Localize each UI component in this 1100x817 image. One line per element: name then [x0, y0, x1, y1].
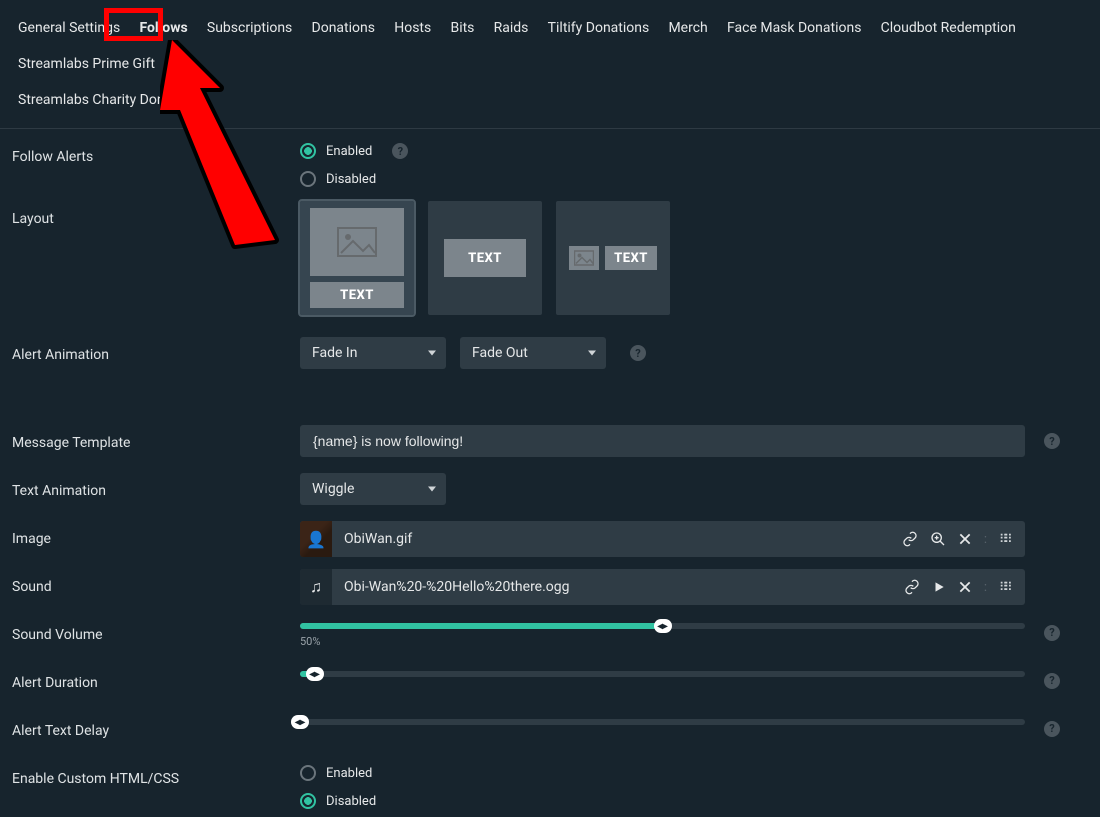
close-icon[interactable] — [958, 532, 972, 546]
drag-handle-icon[interactable] — [999, 580, 1013, 595]
text-animation-label: Text Animation — [0, 473, 300, 509]
radio-enabled-label: Enabled — [326, 144, 372, 159]
tab-hosts[interactable]: Hosts — [386, 10, 439, 46]
close-icon[interactable] — [958, 580, 972, 594]
slider-thumb[interactable]: ◂▸ — [654, 619, 672, 633]
help-icon[interactable]: ? — [1044, 625, 1060, 641]
radio-disabled-label: Disabled — [326, 172, 376, 187]
alert-duration-value: 8s — [0, 683, 677, 696]
tab-bits[interactable]: Bits — [442, 10, 482, 46]
radio-enabled-label: Enabled — [326, 766, 372, 781]
text-animation-select[interactable]: Wiggle — [300, 473, 446, 505]
slider-thumb[interactable]: ◂▸ — [306, 667, 324, 681]
help-icon[interactable]: ? — [1044, 433, 1060, 449]
sound-volume-slider[interactable]: ◂▸ — [300, 623, 1025, 629]
select-value: Fade In — [312, 345, 357, 361]
play-icon[interactable] — [932, 580, 946, 594]
slider-thumb[interactable]: ◂▸ — [291, 715, 309, 729]
tab-face-mask-donations[interactable]: Face Mask Donations — [719, 10, 869, 46]
layout-text-badge: TEXT — [605, 246, 657, 270]
alert-text-delay-slider[interactable]: ◂▸ — [300, 719, 1025, 725]
message-template-input[interactable] — [300, 425, 1025, 457]
custom-html-disabled-radio[interactable] — [300, 793, 316, 809]
help-icon[interactable]: ? — [1044, 673, 1060, 689]
tab-donations[interactable]: Donations — [304, 10, 383, 46]
layout-option-image-over-text[interactable]: TEXT — [300, 201, 414, 315]
layout-placeholder-image-icon — [310, 208, 404, 276]
follow-alerts-label: Follow Alerts — [0, 139, 300, 175]
sound-volume-label: Sound Volume — [0, 617, 300, 653]
alert-animation-out-select[interactable]: Fade Out — [460, 337, 606, 369]
select-value: Wiggle — [312, 481, 354, 497]
follow-alerts-enabled-radio[interactable] — [300, 143, 316, 159]
link-icon[interactable] — [902, 531, 918, 547]
alert-animation-in-select[interactable]: Fade In — [300, 337, 446, 369]
chevron-down-icon — [588, 351, 596, 356]
slider-fill — [300, 623, 663, 629]
layout-label: Layout — [0, 201, 300, 237]
drag-handle-icon[interactable] — [999, 532, 1013, 547]
tab-streamlabs-prime-gift[interactable]: Streamlabs Prime Gift — [10, 46, 163, 82]
follow-alerts-disabled-radio[interactable] — [300, 171, 316, 187]
alert-animation-label: Alert Animation — [0, 337, 300, 373]
image-filename: ObiWan.gif — [332, 531, 890, 547]
layout-text-badge: TEXT — [310, 282, 404, 308]
custom-html-label: Enable Custom HTML/CSS — [0, 761, 300, 797]
tab-merch[interactable]: Merch — [660, 10, 715, 46]
tab-raids[interactable]: Raids — [486, 10, 537, 46]
settings-tabs: General Settings Follows Subscriptions D… — [0, 0, 1100, 129]
image-thumbnail: 👤 — [300, 521, 332, 557]
alert-duration-slider[interactable]: ◂▸ — [300, 671, 1025, 677]
sound-picker[interactable]: ♫ Obi-Wan%20-%20Hello%20there.ogg : — [300, 569, 1025, 605]
sound-filename: Obi-Wan%20-%20Hello%20there.ogg — [332, 579, 892, 595]
link-icon[interactable] — [904, 579, 920, 595]
tab-subscriptions[interactable]: Subscriptions — [199, 10, 300, 46]
layout-placeholder-image-icon — [569, 246, 599, 270]
music-note-icon: ♫ — [300, 569, 332, 605]
chevron-down-icon — [428, 487, 436, 492]
custom-html-enabled-radio[interactable] — [300, 765, 316, 781]
layout-text-badge: TEXT — [444, 239, 526, 277]
sound-label: Sound — [0, 569, 300, 605]
tab-general-settings[interactable]: General Settings — [10, 10, 128, 46]
tab-streamlabs-charity-donations[interactable]: Streamlabs Charity Donations — [10, 82, 211, 118]
layout-option-image-beside-text[interactable]: TEXT — [556, 201, 670, 315]
help-icon[interactable]: ? — [1044, 721, 1060, 737]
tab-cloudbot-redemption[interactable]: Cloudbot Redemption — [873, 10, 1024, 46]
image-label: Image — [0, 521, 300, 557]
image-picker[interactable]: 👤 ObiWan.gif : — [300, 521, 1025, 557]
chevron-down-icon — [428, 351, 436, 356]
help-icon[interactable]: ? — [392, 143, 408, 159]
tab-tiltify-donations[interactable]: Tiltify Donations — [540, 10, 658, 46]
radio-disabled-label: Disabled — [326, 794, 376, 809]
sound-volume-value: 50% — [300, 635, 1025, 648]
message-template-label: Message Template — [0, 425, 300, 461]
help-icon[interactable]: ? — [630, 345, 646, 361]
select-value: Fade Out — [472, 345, 528, 361]
zoom-icon[interactable] — [930, 531, 946, 547]
alert-text-delay-value: 0s — [0, 731, 663, 744]
tab-follows[interactable]: Follows — [131, 10, 195, 46]
layout-option-text-only[interactable]: TEXT — [428, 201, 542, 315]
